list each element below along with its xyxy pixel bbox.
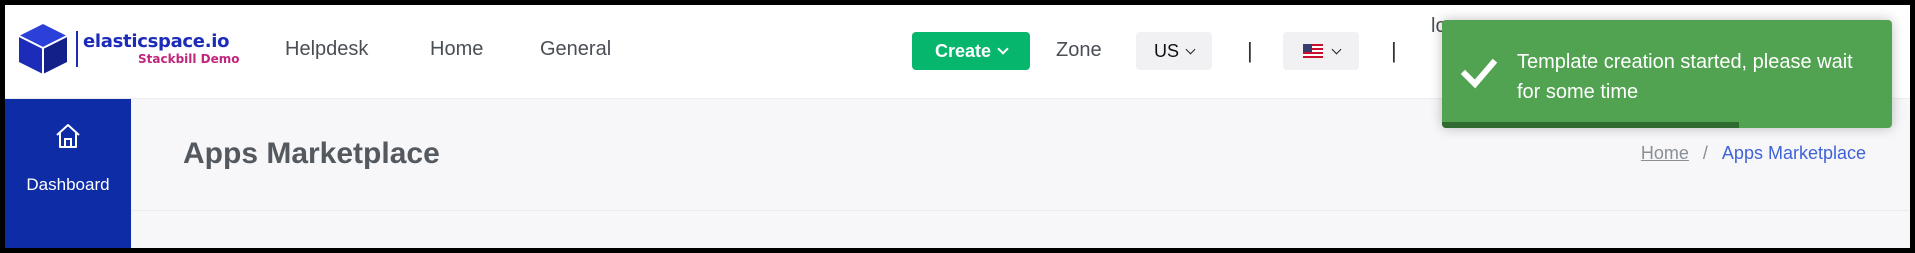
header-separator: | <box>1391 38 1397 63</box>
zone-select[interactable]: US <box>1136 32 1212 70</box>
us-flag-icon <box>1302 44 1323 58</box>
sidebar-item-dashboard[interactable]: Dashboard <box>5 99 131 209</box>
page-title: Apps Marketplace <box>183 137 440 170</box>
cube-logo-icon <box>18 24 68 74</box>
header-separator: | <box>1247 38 1253 63</box>
breadcrumb-separator: / <box>1702 143 1708 163</box>
app-frame: elasticspace.io Stackbill Demo Helpdesk … <box>5 5 1910 248</box>
brand-subtitle: Stackbill Demo <box>138 52 240 66</box>
zone-label: Zone <box>1056 39 1102 61</box>
check-icon <box>1460 58 1498 89</box>
logo-text: elasticspace.io Stackbill Demo <box>83 31 240 66</box>
chevron-down-icon <box>1331 44 1341 54</box>
sidebar: Dashboard <box>5 99 131 248</box>
toast-message: Template creation started, please wait f… <box>1517 51 1853 103</box>
create-button-label: Create <box>934 40 992 61</box>
toast-progress-bar <box>1442 122 1739 128</box>
brand-logo[interactable]: elasticspace.io Stackbill Demo <box>15 19 245 79</box>
zone-value: US <box>1153 40 1179 61</box>
nav-general[interactable]: General <box>540 38 611 61</box>
sidebar-item-label: Dashboard <box>26 175 110 194</box>
create-button[interactable]: Create <box>912 32 1030 70</box>
chevron-down-icon <box>1185 44 1196 54</box>
nav-helpdesk[interactable]: Helpdesk <box>285 38 368 61</box>
logo-divider <box>76 31 78 67</box>
success-toast[interactable]: Template creation started, please wait f… <box>1442 20 1892 128</box>
nav-home[interactable]: Home <box>430 38 483 61</box>
brand-name: elasticspace.io <box>83 31 230 52</box>
breadcrumb-current: Apps Marketplace <box>1721 143 1866 163</box>
language-select[interactable] <box>1283 32 1359 70</box>
home-icon <box>56 124 80 148</box>
breadcrumb-home-link[interactable]: Home <box>1641 143 1689 164</box>
chevron-down-icon <box>997 43 1009 55</box>
breadcrumb: Home / Apps Marketplace <box>1641 143 1866 164</box>
